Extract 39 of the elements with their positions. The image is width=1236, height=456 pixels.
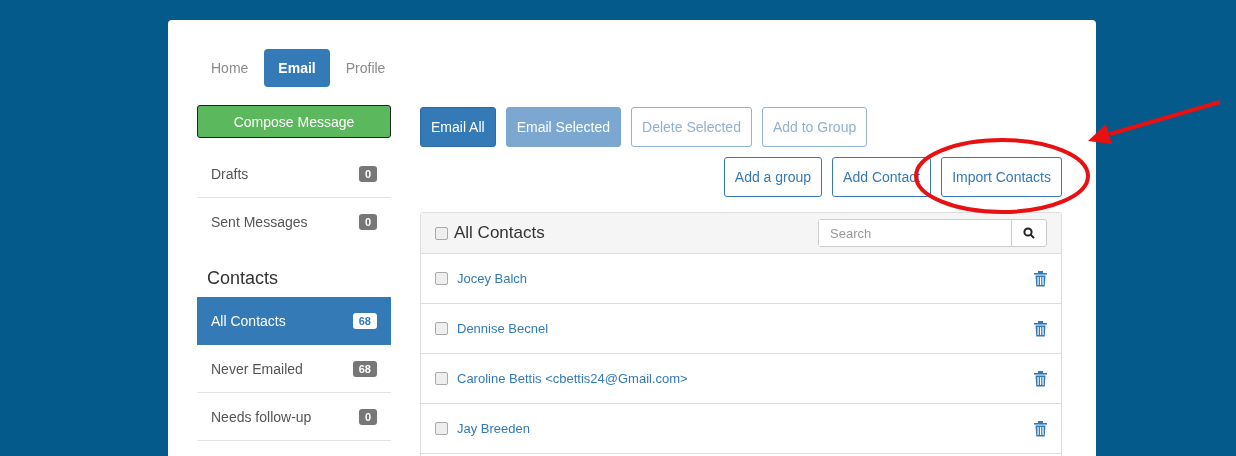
checkbox[interactable] [435,226,448,240]
trash-icon[interactable] [1034,420,1047,437]
toolbar-button[interactable]: Add a group [723,157,823,197]
checkbox[interactable] [435,322,448,335]
toolbar-button[interactable]: Email All [420,107,496,147]
count-badge: 68 [352,313,377,329]
count-badge: 0 [358,214,377,230]
item-label: Drafts [211,165,249,182]
checkbox[interactable] [435,422,448,435]
checkbox[interactable] [435,372,448,385]
nav-tab[interactable]: Email [264,49,330,87]
trash-icon[interactable] [1034,320,1047,337]
toolbar-button[interactable]: Import Contacts [941,157,1062,197]
item-label: Needs follow-up [211,408,312,425]
section-heading: Contacts [206,267,280,290]
sidebar-item[interactable]: Drafts 0 [197,150,391,198]
trash-icon[interactable] [1034,270,1047,287]
item-label: Sent Messages [211,214,308,230]
trash-icon[interactable] [1034,370,1047,387]
count-badge: 0 [358,165,377,182]
sidebar-item[interactable]: Sent Messages 0 [197,198,391,246]
nav-tab[interactable]: Home [197,49,263,87]
count-badge: 0 [358,408,377,425]
compose-button[interactable]: Compose Message [197,105,391,138]
count-badge: 68 [352,360,377,377]
search-field[interactable]: Search [818,219,1047,247]
contact-link[interactable]: Jocey Balch [457,271,1025,286]
panel-title: All Contacts [454,223,546,243]
contact-link[interactable]: Caroline Bettis <cbettis24@Gmail.com> [457,371,1025,386]
sidebar-item[interactable]: All Contacts 68 [197,297,391,345]
search-icon[interactable] [1023,227,1035,239]
sidebar-item[interactable]: Needs follow-up 0 [197,393,391,441]
item-label: Never Emailed [211,360,303,377]
nav-tab[interactable]: Profile [331,49,400,87]
item-label: All Contacts [211,313,286,329]
sidebar-item[interactable]: Never Emailed 68 [197,345,391,393]
contact-link[interactable]: Dennise Becnel [457,321,1025,336]
contact-link[interactable]: Jay Breeden [457,421,1025,436]
checkbox[interactable] [435,272,448,285]
